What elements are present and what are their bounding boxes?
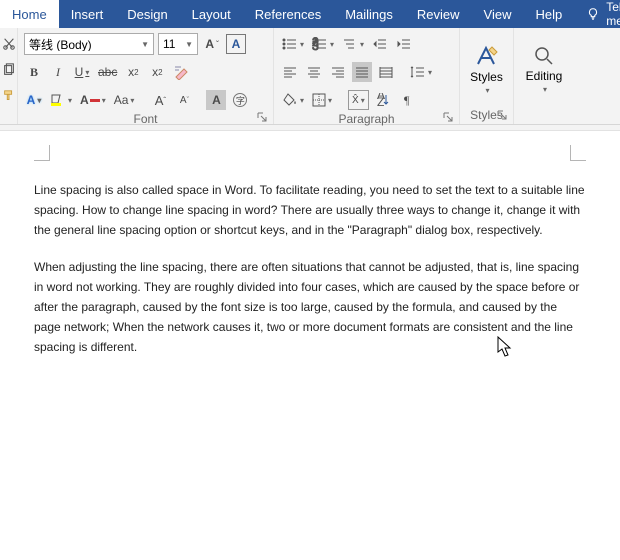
justify-button[interactable] bbox=[352, 62, 372, 82]
decrease-font-button[interactable]: Aˇ bbox=[174, 90, 194, 110]
text-effects-button[interactable]: A▾ bbox=[24, 90, 44, 110]
align-right-button[interactable] bbox=[328, 62, 348, 82]
character-shading-button[interactable]: A bbox=[206, 90, 226, 110]
cut-button[interactable] bbox=[0, 34, 19, 54]
ribbon-tabbar: Home Insert Design Layout References Mai… bbox=[0, 0, 620, 28]
asian-layout-button[interactable]: X̂▾ bbox=[348, 90, 369, 110]
show-marks-button[interactable]: ¶ bbox=[397, 90, 417, 110]
clipboard-sliver bbox=[0, 28, 18, 124]
styles-label: Styles bbox=[470, 70, 503, 84]
paragraph-dialog-launcher[interactable] bbox=[441, 110, 455, 124]
highlight-button[interactable]: ▾ bbox=[48, 90, 74, 110]
underline-button[interactable]: U▾ bbox=[72, 62, 92, 82]
tab-view[interactable]: View bbox=[472, 0, 524, 28]
tab-insert[interactable]: Insert bbox=[59, 0, 116, 28]
doc-paragraph-2[interactable]: When adjusting the line spacing, there a… bbox=[34, 258, 586, 357]
paragraph-group-label: Paragraph bbox=[274, 112, 459, 126]
font-size-input[interactable] bbox=[163, 37, 183, 51]
editing-button[interactable]: Editing ▾ bbox=[521, 41, 567, 98]
styles-icon bbox=[474, 44, 500, 68]
subscript-button[interactable]: x2 bbox=[123, 62, 143, 82]
font-color-button[interactable]: A▾ bbox=[78, 90, 108, 110]
styles-dialog-launcher[interactable] bbox=[495, 108, 509, 122]
svg-text:Z: Z bbox=[377, 95, 384, 107]
superscript-button[interactable]: x2 bbox=[147, 62, 167, 82]
group-editing: Editing ▾ bbox=[514, 28, 574, 124]
document-page[interactable]: Line spacing is also called space in Wor… bbox=[0, 131, 620, 357]
lightbulb-icon bbox=[586, 7, 600, 21]
chevron-down-icon: ▾ bbox=[543, 85, 547, 94]
tab-help[interactable]: Help bbox=[523, 0, 574, 28]
find-icon bbox=[533, 45, 555, 67]
margin-corner-tr bbox=[570, 145, 586, 161]
distributed-button[interactable] bbox=[376, 62, 396, 82]
chevron-down-icon: ▼ bbox=[185, 40, 193, 49]
ribbon: ▼ ▼ Aˇ A B I U▾ abc x2 x2 A▾ ▾ bbox=[0, 28, 620, 125]
copy-button[interactable] bbox=[0, 60, 19, 80]
italic-button[interactable]: I bbox=[48, 62, 68, 82]
styles-button[interactable]: Styles ▾ bbox=[464, 40, 510, 99]
sort-button[interactable]: AZ bbox=[373, 90, 393, 110]
tab-references[interactable]: References bbox=[243, 0, 333, 28]
margin-corner-tl bbox=[34, 145, 50, 161]
align-center-button[interactable] bbox=[304, 62, 324, 82]
borders-button[interactable]: ▾ bbox=[310, 90, 334, 110]
doc-paragraph-1[interactable]: Line spacing is also called space in Wor… bbox=[34, 181, 586, 240]
tab-tellme[interactable]: Tell me bbox=[574, 0, 620, 28]
editing-label: Editing bbox=[526, 69, 563, 83]
decrease-indent-button[interactable] bbox=[370, 34, 390, 54]
increase-font-button[interactable]: Aˆ bbox=[150, 90, 170, 110]
line-spacing-button[interactable]: ▾ bbox=[408, 62, 434, 82]
enclose-characters-button[interactable]: 字 bbox=[230, 90, 250, 110]
document-body[interactable]: Line spacing is also called space in Wor… bbox=[34, 181, 586, 357]
font-size-combo[interactable]: ▼ bbox=[158, 33, 198, 55]
chevron-down-icon: ▼ bbox=[141, 40, 149, 49]
styles-group-label: Styles bbox=[460, 106, 513, 124]
bullets-button[interactable]: ▾ bbox=[280, 34, 306, 54]
tab-review[interactable]: Review bbox=[405, 0, 472, 28]
numbering-button[interactable]: 123▾ bbox=[310, 34, 336, 54]
multilevel-list-button[interactable]: ▾ bbox=[340, 34, 366, 54]
font-name-input[interactable] bbox=[29, 37, 139, 51]
font-dialog-launcher[interactable] bbox=[255, 110, 269, 124]
increase-indent-button[interactable] bbox=[394, 34, 414, 54]
svg-text:3: 3 bbox=[312, 39, 319, 51]
tab-mailings[interactable]: Mailings bbox=[333, 0, 405, 28]
font-name-combo[interactable]: ▼ bbox=[24, 33, 154, 55]
format-painter-button[interactable] bbox=[0, 86, 19, 106]
tab-layout[interactable]: Layout bbox=[180, 0, 243, 28]
grow-font-button[interactable]: Aˇ bbox=[202, 34, 222, 54]
shading-button[interactable]: ▾ bbox=[280, 90, 306, 110]
tab-home[interactable]: Home bbox=[0, 0, 59, 28]
align-left-button[interactable] bbox=[280, 62, 300, 82]
chevron-down-icon: ▾ bbox=[485, 86, 489, 95]
font-group-label: Font bbox=[18, 112, 273, 126]
change-case-button[interactable]: A bbox=[226, 34, 246, 54]
group-font: ▼ ▼ Aˇ A B I U▾ abc x2 x2 A▾ ▾ bbox=[18, 28, 274, 124]
strikethrough-button[interactable]: abc bbox=[96, 62, 119, 82]
tab-design[interactable]: Design bbox=[115, 0, 179, 28]
group-paragraph: ▾ 123▾ ▾ ▾ ▾ ▾ X̂▾ AZ ¶ bbox=[274, 28, 460, 124]
tellme-label: Tell me bbox=[606, 0, 620, 28]
clear-formatting-button[interactable] bbox=[171, 62, 193, 82]
group-styles: Styles ▾ Styles bbox=[460, 28, 514, 124]
bold-button[interactable]: B bbox=[24, 62, 44, 82]
character-scale-button[interactable]: Aa▾ bbox=[112, 90, 137, 110]
